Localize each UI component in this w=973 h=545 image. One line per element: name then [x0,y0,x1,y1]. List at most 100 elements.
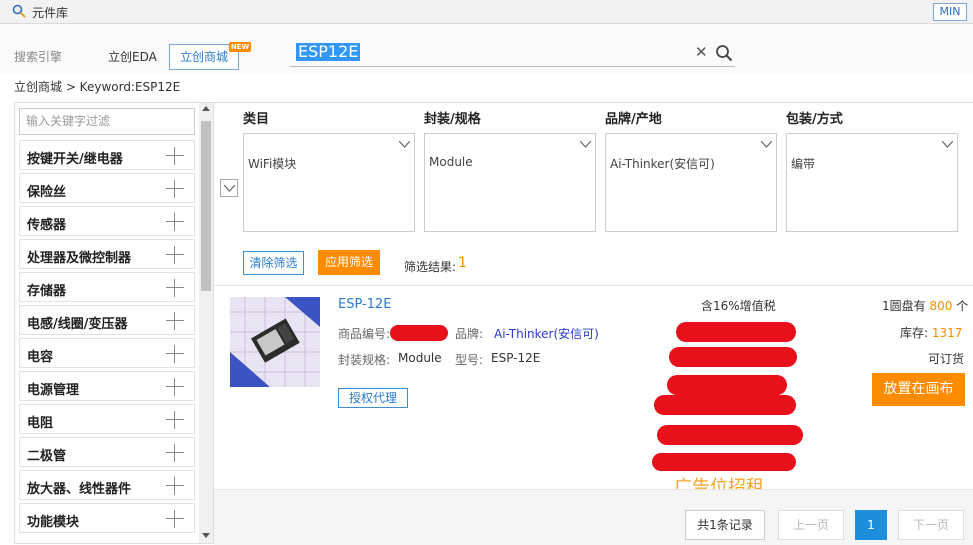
sidebar-item-label: 电容 [27,350,54,365]
search-input[interactable]: ESP12E ✕ [290,40,735,67]
sidebar-item-label: 保险丝 [27,185,67,200]
sidebar-item-power[interactable]: 电源管理 [19,371,195,401]
category-filter-input[interactable]: 输入关键字过滤 [19,108,195,135]
reel-prefix: 1圆盘有 [882,299,926,313]
search-icon [12,4,26,18]
close-icon[interactable]: ✕ [695,43,708,61]
stock-info: 库存: 1317 [900,324,962,341]
apply-filters-button[interactable]: 应用筛选 [318,250,380,275]
total-records: 共1条记录 [685,510,765,540]
plus-icon[interactable] [166,477,184,495]
redaction-mark [669,347,797,367]
filter-header: 品牌/产地 [605,112,662,127]
sidebar-item-switch-relay[interactable]: 按键开关/继电器 [19,140,195,170]
sidebar-item-capacitor[interactable]: 电容 [19,338,195,368]
plus-icon[interactable] [166,444,184,462]
category-sidebar: 输入关键字过滤 按键开关/继电器 保险丝 传感器 处理器及微控制器 存储器 电感… [14,102,214,544]
reel-info: 1圆盘有 800 个 [882,297,968,314]
sidebar-item-resistor[interactable]: 电阻 [19,404,195,434]
filter-options: Module [424,152,596,232]
clear-filters-button[interactable]: 清除筛选 [243,251,304,275]
sidebar-item-mcu[interactable]: 处理器及微控制器 [19,239,195,269]
chevron-down-icon [399,141,410,148]
sidebar-item-label: 电阻 [27,416,54,431]
redaction-mark [667,375,787,395]
package-label: 封装规格: [338,353,391,367]
reel-count: 800 [929,299,953,313]
sidebar-item-label: 传感器 [27,218,67,233]
sidebar-item-label: 处理器及微控制器 [27,251,132,266]
plus-icon[interactable] [166,312,184,330]
search-icon[interactable] [715,44,733,62]
plus-icon[interactable] [166,213,184,231]
tab-eda[interactable]: 立创EDA [108,48,157,65]
product-photo [230,297,320,387]
model-label: 型号: [455,353,484,367]
sidebar-item-label: 存储器 [27,284,67,299]
sidebar-item-module[interactable]: 功能模块 [19,503,195,533]
filter-dropdown[interactable] [786,133,958,153]
filter-dropdown[interactable] [243,133,415,153]
sidebar-item-inductor[interactable]: 电感/线圈/变压器 [19,305,195,335]
filter-option[interactable]: Module [429,155,473,169]
product-row: ESP-12E 商品编号: 品牌: Ai-Thinker(安信可) 封装规格: … [214,287,973,498]
search-bar: 搜索引擎 立创EDA 立创商城 NEW ESP12E ✕ [0,24,973,74]
minimize-button[interactable]: MIN [933,3,967,21]
sidebar-item-label: 电感/线圈/变压器 [27,317,128,332]
scroll-down-icon[interactable] [202,533,210,538]
plus-icon[interactable] [166,246,184,264]
sidebar-item-label: 按键开关/继电器 [27,152,123,167]
next-page-button[interactable]: 下一页 [898,510,964,540]
scroll-up-icon[interactable] [202,106,210,111]
page-1-button[interactable]: 1 [855,510,887,540]
sidebar-item-label: 二极管 [27,449,67,464]
filter-option[interactable]: Ai-Thinker(安信可) [610,155,715,172]
window-titlebar: 元件库 MIN [0,0,973,24]
chevron-down-icon [580,141,591,148]
filter-dropdown[interactable] [605,133,777,153]
sidebar-item-amplifier[interactable]: 放大器、线性器件 [19,470,195,500]
brand-link[interactable]: Ai-Thinker(安信可) [494,325,599,342]
place-on-canvas-button[interactable]: 放置在画布 [872,373,965,406]
filter-panel: 类目 WiFi模块 封装/规格 Module 品牌/产地 Ai-Thinker(… [214,103,973,286]
tax-label: 含16%增值税 [701,299,776,313]
reel-suffix: 个 [956,299,969,313]
plus-icon[interactable] [166,180,184,198]
window-title: 元件库 [32,6,69,20]
prev-page-button[interactable]: 上一页 [778,510,844,540]
sidebar-item-memory[interactable]: 存储器 [19,272,195,302]
plus-icon[interactable] [166,279,184,297]
sidebar-item-diode[interactable]: 二极管 [19,437,195,467]
scrollbar-thumb[interactable] [201,121,211,291]
filter-header: 封装/规格 [424,112,481,127]
plus-icon[interactable] [166,411,184,429]
filter-dropdown[interactable] [424,133,596,153]
filter-header: 类目 [243,112,270,127]
sidebar-scrollbar[interactable] [199,103,213,543]
model-value: ESP-12E [491,351,541,365]
stock-value: 1317 [931,326,963,340]
pagination: 共1条记录 上一页 1 下一页 [214,489,973,545]
filter-option[interactable]: 编带 [791,155,815,172]
product-image[interactable] [230,297,320,387]
sidebar-item-sensor[interactable]: 传感器 [19,206,195,236]
redaction-mark [654,395,796,415]
expand-filters-button[interactable] [220,179,238,197]
sidebar-item-label: 电源管理 [27,383,80,398]
orderable-status: 可订货 [928,352,965,366]
filter-options: WiFi模块 [243,152,415,232]
search-query[interactable]: ESP12E [296,43,361,61]
plus-icon[interactable] [166,510,184,528]
plus-icon[interactable] [166,147,184,165]
breadcrumb: 立创商城 > Keyword:ESP12E [14,80,181,94]
authorized-agent-button[interactable]: 授权代理 [338,388,408,408]
product-name-link[interactable]: ESP-12E [338,297,391,312]
filter-option[interactable]: WiFi模块 [248,155,296,172]
plus-icon[interactable] [166,345,184,363]
package-value: Module [398,351,442,365]
stock-label: 库存: [900,326,929,340]
redaction-mark [676,322,796,342]
filter-options: Ai-Thinker(安信可) [605,152,777,232]
plus-icon[interactable] [166,378,184,396]
sidebar-item-fuse[interactable]: 保险丝 [19,173,195,203]
